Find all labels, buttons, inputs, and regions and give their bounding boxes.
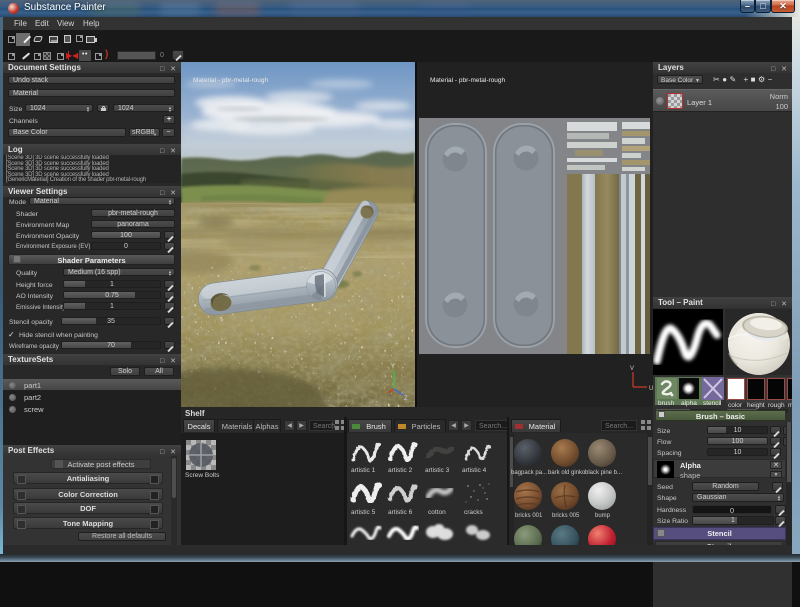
svg-text:Y: Y [391,364,395,370]
svg-text:Z: Z [404,396,408,402]
svg-text:Material - pbr-metal-rough: Material - pbr-metal-rough [430,77,506,84]
svg-text:Material - pbr-metal-rough: Material - pbr-metal-rough [193,77,269,84]
svg-text:V: V [630,366,634,372]
